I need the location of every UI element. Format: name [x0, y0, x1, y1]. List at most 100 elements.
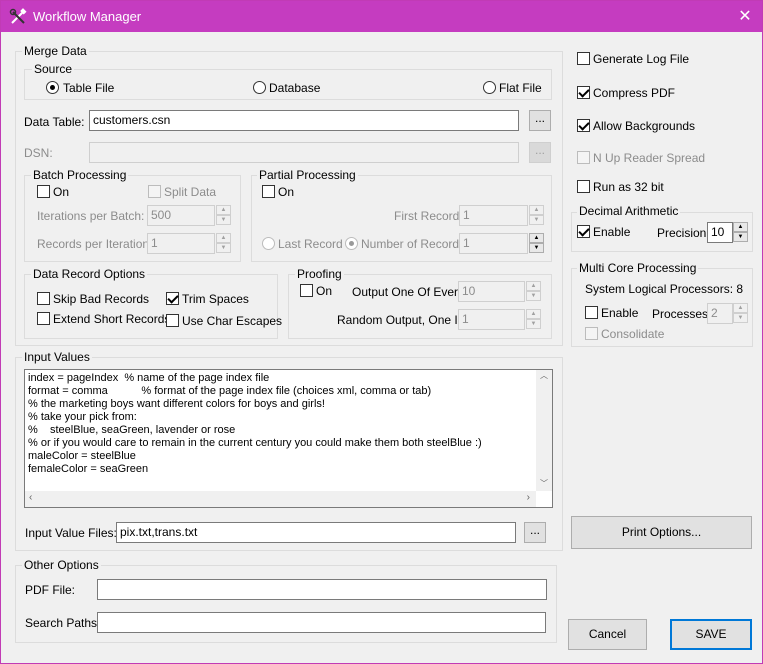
save-button[interactable]: SAVE [670, 619, 752, 650]
up-arrow-icon[interactable]: ▲ [216, 233, 231, 243]
partial-on-checkbox[interactable] [262, 185, 275, 198]
processes-value[interactable]: 2 [707, 303, 733, 324]
split-data-label: Split Data [164, 185, 217, 199]
system-processors-label: System Logical Processors: 8 [585, 282, 744, 296]
skip-bad-records-checkbox[interactable] [37, 292, 50, 305]
down-arrow-icon[interactable]: ▼ [526, 291, 541, 301]
table-file-label: Table File [63, 81, 115, 95]
pdf-file-input[interactable] [97, 579, 547, 600]
scroll-left-icon[interactable]: ‹ [29, 492, 32, 503]
precision-label: Precision: [657, 226, 710, 240]
use-char-escapes-label: Use Char Escapes [182, 314, 283, 328]
precision-arrows[interactable]: ▲ ▼ [733, 222, 748, 243]
down-arrow-icon[interactable]: ▼ [216, 215, 231, 225]
number-of-records-value[interactable]: 1 [459, 233, 528, 254]
up-arrow-icon[interactable]: ▲ [733, 222, 748, 232]
trim-spaces-label: Trim Spaces [182, 292, 249, 306]
trim-spaces-checkbox[interactable] [166, 292, 179, 305]
output-one-of-every-label: Output One Of Every: [352, 285, 468, 299]
input-value-files-input[interactable]: pix.txt,trans.txt [116, 522, 516, 543]
down-arrow-icon[interactable]: ▼ [526, 319, 541, 329]
flat-file-radio[interactable] [483, 81, 496, 94]
down-arrow-icon[interactable]: ▼ [529, 215, 544, 225]
generate-log-checkbox[interactable] [577, 52, 590, 65]
table-file-radio[interactable] [46, 81, 59, 94]
up-arrow-icon[interactable]: ▲ [529, 205, 544, 215]
textarea-horizontal-scrollbar[interactable]: ‹ › [25, 491, 536, 507]
source-label: Source [32, 62, 75, 76]
down-arrow-icon[interactable]: ▼ [529, 243, 544, 253]
dsn-browse-button[interactable]: ... [529, 142, 551, 163]
output-one-of-every-value[interactable]: 10 [458, 281, 525, 302]
multi-core-label: Multi Core Processing [577, 261, 699, 275]
use-char-escapes-checkbox[interactable] [166, 314, 179, 327]
up-arrow-icon[interactable]: ▲ [216, 205, 231, 215]
up-arrow-icon[interactable]: ▲ [526, 281, 541, 291]
output-arrows[interactable]: ▲ ▼ [526, 281, 541, 302]
records-per-iteration-value[interactable]: 1 [147, 233, 215, 254]
multicore-enable-checkbox[interactable] [585, 306, 598, 319]
search-paths-input[interactable] [97, 612, 546, 633]
input-value-files-browse-button[interactable]: ... [524, 522, 546, 543]
first-record-label: First Record: [394, 209, 463, 223]
input-values-textarea[interactable]: index = pageIndex % name of the page ind… [24, 369, 553, 508]
input-value-files-label: Input Value Files: [25, 526, 117, 540]
proofing-on-checkbox[interactable] [300, 284, 313, 297]
close-icon[interactable]: ✕ [728, 1, 762, 32]
up-arrow-icon[interactable]: ▲ [733, 303, 748, 313]
iterations-arrows[interactable]: ▲ ▼ [216, 205, 231, 226]
consolidate-checkbox[interactable] [585, 327, 598, 340]
dsn-input[interactable] [89, 142, 519, 163]
data-table-input[interactable]: customers.csn [89, 110, 519, 131]
data-table-browse-button[interactable]: ... [529, 110, 551, 131]
flat-file-label: Flat File [499, 81, 542, 95]
processes-label: Processes: [652, 307, 712, 321]
iterations-label: Iterations per Batch: [37, 209, 145, 223]
iterations-value[interactable]: 500 [147, 205, 215, 226]
scroll-up-icon[interactable]: ︿ [536, 370, 552, 381]
run-32-bit-label: Run as 32 bit [593, 180, 664, 194]
title-bar[interactable]: Workflow Manager ✕ [1, 1, 762, 32]
scroll-right-icon[interactable]: › [527, 492, 530, 503]
dsn-label: DSN: [24, 146, 53, 160]
down-arrow-icon[interactable]: ▼ [733, 232, 748, 242]
partial-on-label: On [278, 185, 295, 199]
multicore-enable-label: Enable [601, 306, 639, 320]
split-data-checkbox[interactable] [148, 185, 161, 198]
batch-on-checkbox[interactable] [37, 185, 50, 198]
proofing-on-label: On [316, 284, 333, 298]
print-options-button[interactable]: Print Options... [571, 516, 752, 549]
data-record-options-label: Data Record Options [31, 267, 148, 281]
search-paths-label: Search Paths: [25, 616, 101, 630]
proofing-label: Proofing [295, 267, 344, 281]
decimal-enable-checkbox[interactable] [577, 225, 590, 238]
processes-arrows[interactable]: ▲ ▼ [733, 303, 748, 324]
number-of-records-arrows[interactable]: ▲ ▼ [529, 233, 544, 254]
down-arrow-icon[interactable]: ▼ [733, 313, 748, 323]
scroll-down-icon[interactable]: ﹀ [536, 478, 552, 489]
n-up-reader-spread-checkbox[interactable] [577, 151, 590, 164]
first-record-value[interactable]: 1 [459, 205, 528, 226]
skip-bad-records-label: Skip Bad Records [53, 292, 150, 306]
batch-on-label: On [53, 185, 70, 199]
number-of-records-radio[interactable] [345, 237, 358, 250]
random-output-value[interactable]: 1 [458, 309, 525, 330]
last-record-radio[interactable] [262, 237, 275, 250]
up-arrow-icon[interactable]: ▲ [526, 309, 541, 319]
first-record-arrows[interactable]: ▲ ▼ [529, 205, 544, 226]
records-arrows[interactable]: ▲ ▼ [216, 233, 231, 254]
allow-backgrounds-checkbox[interactable] [577, 119, 590, 132]
random-arrows[interactable]: ▲ ▼ [526, 309, 541, 330]
down-arrow-icon[interactable]: ▼ [216, 243, 231, 253]
cancel-button[interactable]: Cancel [568, 619, 647, 650]
precision-value[interactable]: 10 [707, 222, 733, 243]
textarea-vertical-scrollbar[interactable]: ︿ ﹀ [536, 370, 552, 491]
data-record-options-group [24, 274, 278, 339]
consolidate-label: Consolidate [601, 327, 665, 341]
up-arrow-icon[interactable]: ▲ [529, 233, 544, 243]
extend-short-records-checkbox[interactable] [37, 312, 50, 325]
workflow-manager-window: Workflow Manager ✕ Merge Data Source Tab… [0, 0, 763, 664]
database-radio[interactable] [253, 81, 266, 94]
run-32-bit-checkbox[interactable] [577, 180, 590, 193]
compress-pdf-checkbox[interactable] [577, 86, 590, 99]
